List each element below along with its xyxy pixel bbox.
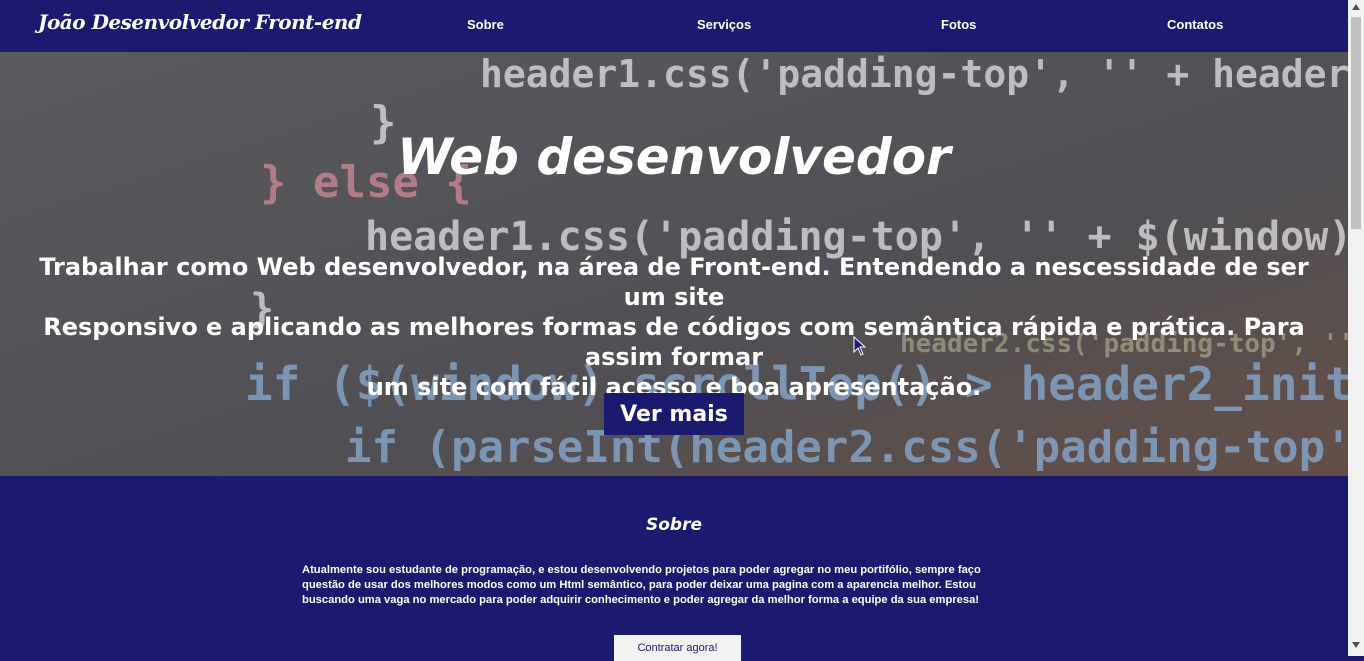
about-description-line: buscando uma vaga no mercado para poder … <box>302 594 980 606</box>
about-description-line: questão de usar dos melhores modos como … <box>302 579 976 591</box>
about-section: Sobre Atualmente sou estudante de progra… <box>0 476 1348 661</box>
hero-description-line: Trabalhar como Web desenvolvedor, na áre… <box>39 253 1309 311</box>
mouse-cursor-icon <box>853 336 867 356</box>
top-navbar: João Desenvolvedor Front-end Sobre Servi… <box>0 0 1348 52</box>
scrollbar-thumb[interactable] <box>1351 17 1361 229</box>
scroll-up-arrow-icon[interactable] <box>1352 4 1360 10</box>
hero-description: Trabalhar como Web desenvolvedor, na áre… <box>20 252 1328 402</box>
brand-logo[interactable]: João Desenvolvedor Front-end <box>38 10 362 34</box>
about-description: Atualmente sou estudante de programação,… <box>302 563 1022 608</box>
nav-link-fotos[interactable]: Fotos <box>941 17 976 32</box>
hero-title: Web desenvolvedor <box>397 128 951 186</box>
about-description-line: Atualmente sou estudante de programação,… <box>302 564 981 576</box>
vertical-scrollbar[interactable] <box>1348 0 1364 656</box>
nav-link-contatos[interactable]: Contatos <box>1167 17 1223 32</box>
nav-link-servicos[interactable]: Serviços <box>697 17 751 32</box>
contratar-agora-button[interactable]: Contratar agora! <box>614 635 741 661</box>
hero-section: header1.css('padding-top', '' + header1_… <box>0 52 1348 476</box>
scroll-down-arrow-icon[interactable] <box>1352 642 1360 648</box>
nav-link-sobre[interactable]: Sobre <box>467 17 504 32</box>
about-title: Sobre <box>645 515 702 535</box>
ver-mais-button[interactable]: Ver mais <box>604 393 744 435</box>
hero-description-line: Responsivo e aplicando as melhores forma… <box>43 313 1305 371</box>
